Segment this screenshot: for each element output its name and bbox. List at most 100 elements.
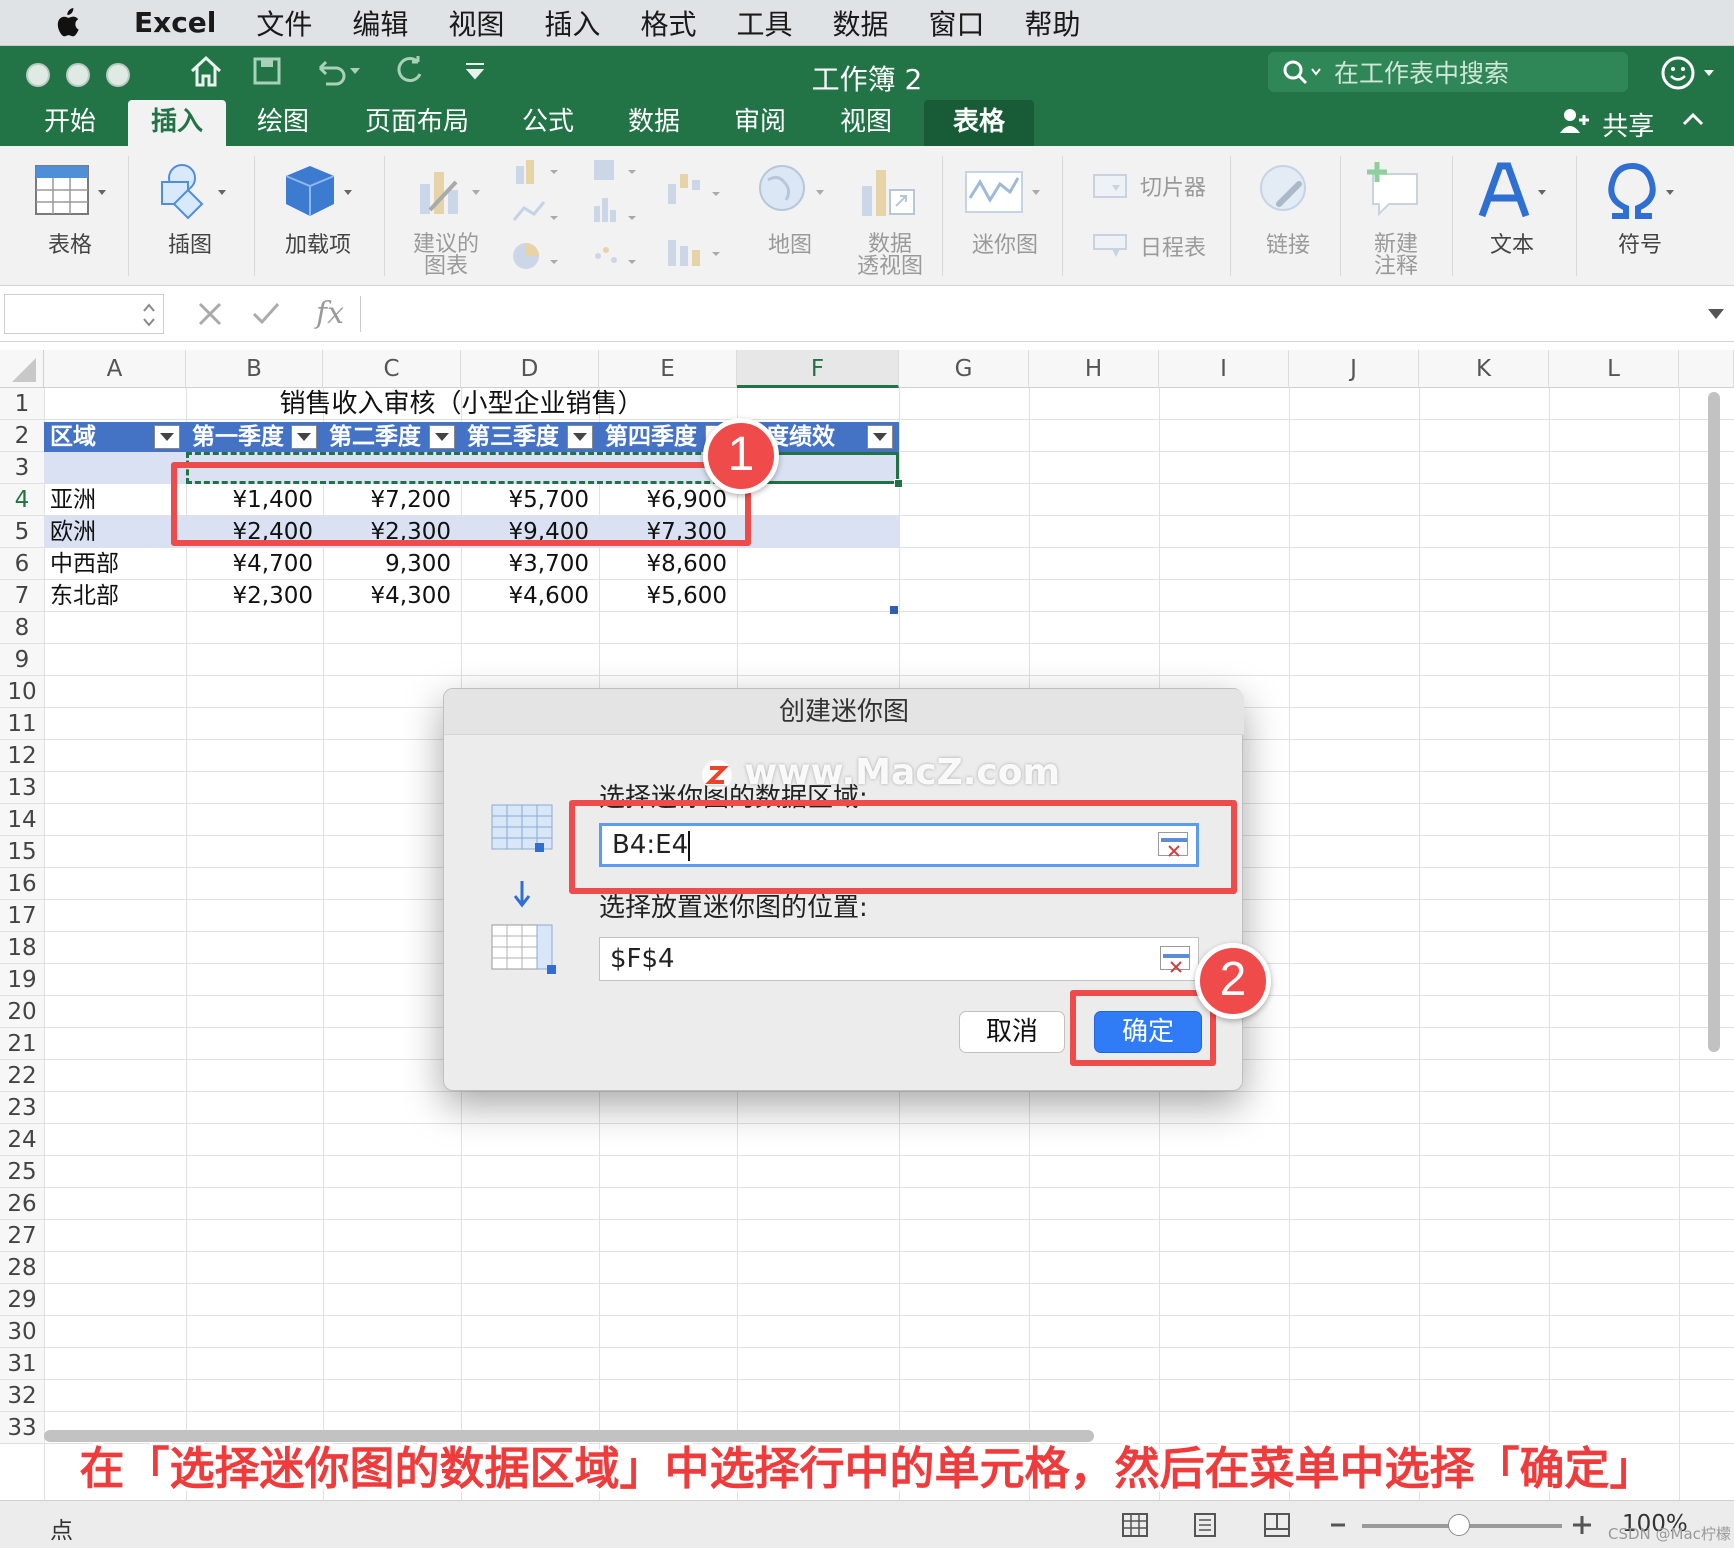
link-button[interactable]: 链接 [1238,160,1338,258]
row-header-2[interactable]: 2 [0,420,44,452]
row-header-30[interactable]: 30 [0,1316,44,1348]
tab-draw[interactable]: 绘图 [236,100,330,146]
column-header-F[interactable]: F [737,350,899,388]
row-header-16[interactable]: 16 [0,868,44,900]
filter-dropdown-button[interactable] [291,425,317,449]
text-button[interactable]: 文本 [1462,160,1562,258]
row-header-9[interactable]: 9 [0,644,44,676]
row-header-26[interactable]: 26 [0,1188,44,1220]
row-header-3[interactable]: 3 [0,452,44,484]
row-header-28[interactable]: 28 [0,1252,44,1284]
row-header-4[interactable]: 4 [0,484,44,516]
expand-formula-bar-icon[interactable] [1706,306,1726,322]
addins-button[interactable]: 加载项 [268,160,368,258]
table-header-cell[interactable]: 第一季度 [186,422,323,452]
pivot-chart-button[interactable]: 数据 透视图 [840,160,940,278]
row-header-19[interactable]: 19 [0,964,44,996]
confirm-formula-icon[interactable] [250,300,282,328]
select-all-corner[interactable] [0,350,44,388]
table-cell[interactable] [737,548,899,580]
symbol-button[interactable]: 符号 [1590,160,1690,258]
menu-data[interactable]: 数据 [832,3,888,43]
menu-edit[interactable]: 编辑 [352,3,408,43]
row-header-5[interactable]: 5 [0,516,44,548]
table-cell[interactable]: ¥5,600 [599,580,737,612]
tab-home[interactable]: 开始 [22,100,118,146]
menu-window[interactable]: 窗口 [928,3,984,43]
row-header-6[interactable]: 6 [0,548,44,580]
column-header-I[interactable]: I [1159,350,1289,388]
column-header-A[interactable]: A [44,350,186,388]
row-header-13[interactable]: 13 [0,772,44,804]
row-header-20[interactable]: 20 [0,996,44,1028]
row-header-21[interactable]: 21 [0,1028,44,1060]
tab-page-layout[interactable]: 页面布局 [346,100,488,146]
page-layout-view-icon[interactable] [1190,1511,1220,1539]
zoom-out-icon[interactable] [1328,1513,1348,1537]
region-cell[interactable]: 中西部 [44,548,186,580]
column-header-H[interactable]: H [1029,350,1159,388]
table-cell[interactable]: ¥3,700 [461,548,599,580]
page-break-view-icon[interactable] [1262,1511,1292,1539]
row-header-1[interactable]: 1 [0,388,44,420]
table-cell[interactable]: ¥4,700 [186,548,323,580]
table-cell[interactable] [737,580,899,612]
row-header-17[interactable]: 17 [0,900,44,932]
tab-review[interactable]: 审阅 [712,100,808,146]
filter-dropdown-button[interactable] [867,425,893,449]
table-button[interactable]: 表格 [20,160,120,258]
filter-dropdown-button[interactable] [429,425,455,449]
table-cell[interactable] [737,484,899,516]
slicer-button[interactable]: 切片器 [1090,170,1206,202]
tab-view[interactable]: 视图 [818,100,914,146]
tab-formulas[interactable]: 公式 [500,100,596,146]
sheet-title[interactable]: 销售收入审核（小型企业销售） [186,388,737,420]
zoom-in-icon[interactable] [1570,1513,1594,1537]
chart-types-gallery-icon[interactable] [510,156,650,276]
filter-dropdown-button[interactable] [567,425,593,449]
menu-view[interactable]: 视图 [448,3,504,43]
row-header-23[interactable]: 23 [0,1092,44,1124]
location-picker-icon[interactable] [1160,946,1190,973]
column-header-G[interactable]: G [899,350,1029,388]
fx-label[interactable]: fx [316,296,344,331]
row-header-24[interactable]: 24 [0,1124,44,1156]
row-header-14[interactable]: 14 [0,804,44,836]
table-cell[interactable]: 9,300 [323,548,461,580]
table-cell[interactable] [737,516,899,548]
timeline-button[interactable]: 日程表 [1090,230,1206,262]
column-header-E[interactable]: E [599,350,737,388]
row-header-11[interactable]: 11 [0,708,44,740]
row-header-8[interactable]: 8 [0,612,44,644]
fill-handle[interactable] [894,479,903,488]
name-box[interactable] [4,294,164,334]
tab-insert[interactable]: 插入 [128,100,226,146]
menu-insert[interactable]: 插入 [544,3,600,43]
row-header-12[interactable]: 12 [0,740,44,772]
sparklines-button[interactable]: 迷你图 [950,160,1060,258]
apple-icon[interactable] [40,7,94,38]
menu-help[interactable]: 帮助 [1025,3,1081,43]
column-header-L[interactable]: L [1549,350,1679,388]
table-header-cell[interactable]: 第三季度 [461,422,599,452]
tab-table[interactable]: 表格 [924,100,1034,146]
filter-dropdown-button[interactable] [154,425,180,449]
feedback-smiley-icon[interactable] [1660,54,1724,92]
table-cell[interactable]: ¥4,300 [323,580,461,612]
column-header-J[interactable]: J [1289,350,1419,388]
row-header-29[interactable]: 29 [0,1284,44,1316]
waterfall-stock-chart-icon[interactable] [660,164,730,274]
name-box-stepper-icon[interactable] [141,301,157,329]
row-header-22[interactable]: 22 [0,1060,44,1092]
column-header-B[interactable]: B [186,350,323,388]
region-cell[interactable]: 亚洲 [44,484,186,516]
row-header-18[interactable]: 18 [0,932,44,964]
recommended-charts-button[interactable]: 建议的 图表 [396,160,496,278]
row-header-31[interactable]: 31 [0,1348,44,1380]
vertical-scrollbar[interactable] [1708,392,1720,1052]
zoom-slider-knob[interactable] [1448,1514,1470,1536]
menu-file[interactable]: 文件 [256,3,312,43]
region-cell[interactable]: 欧洲 [44,516,186,548]
row-header-25[interactable]: 25 [0,1156,44,1188]
table-cell[interactable]: ¥4,600 [461,580,599,612]
